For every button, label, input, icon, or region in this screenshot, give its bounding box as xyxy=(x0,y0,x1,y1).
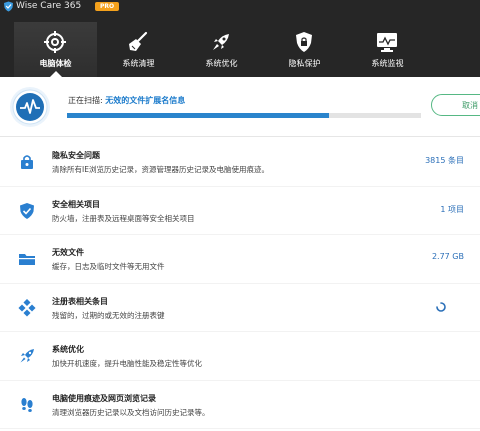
list-item-privacy[interactable]: 隐私安全问题 清除所有IE浏览历史记录，资源管理器历史记录及电脑使用痕迹。 38… xyxy=(0,138,480,187)
list-item-registry[interactable]: 注册表相关条目 残留的，过期的或无效的注册表键 xyxy=(0,284,480,332)
list-item-traces[interactable]: 电脑使用痕迹及网页浏览记录 清理浏览器历史记录以及文档访问历史记录等。 xyxy=(0,381,480,429)
nav-label: 系统优化 xyxy=(205,59,238,68)
title-bar: Wise Care 365 PRO xyxy=(0,0,480,14)
scan-status-panel: 正在扫描: 无效的文件扩展名信息 取消 xyxy=(0,77,480,137)
item-count[interactable]: 1 项目 xyxy=(440,204,464,215)
list-item-security[interactable]: 安全相关项目 防火墙，注册表及远程桌面等安全相关项目 1 项目 xyxy=(0,187,480,235)
nav-tab-monitor[interactable]: 系统监视 xyxy=(346,22,429,77)
loading-spinner-icon xyxy=(436,301,446,312)
item-title: 系统优化 xyxy=(52,345,84,354)
nav-label: 系统清理 xyxy=(122,59,155,68)
item-title: 隐私安全问题 xyxy=(52,151,100,160)
nav-label: 系统监视 xyxy=(371,59,404,68)
folder-icon xyxy=(19,254,35,265)
list-item-junk-files[interactable]: 无效文件 缓存，日志及临时文件等无用文件 2.77 GB xyxy=(0,235,480,284)
nav-tab-optimize[interactable]: 系统优化 xyxy=(180,22,263,77)
list-item-optimize[interactable]: 系统优化 加快开机速度，提升电脑性能及稳定性等优化 xyxy=(0,332,480,381)
item-description: 加快开机速度，提升电脑性能及稳定性等优化 xyxy=(52,359,202,368)
rocket-icon xyxy=(20,349,34,363)
broom-icon xyxy=(129,31,148,51)
scan-status-text: 正在扫描: 无效的文件扩展名信息 xyxy=(68,95,185,106)
shield-lock-icon xyxy=(296,32,312,52)
scan-progress-bar xyxy=(67,113,421,118)
scan-pulse-icon xyxy=(10,87,50,127)
item-description: 清理浏览器历史记录以及文档访问历史记录等。 xyxy=(52,407,210,417)
scan-prefix: 正在扫描: xyxy=(68,96,103,105)
app-title: Wise Care 365 xyxy=(16,1,82,11)
cancel-button[interactable]: 取消 xyxy=(431,94,480,116)
scan-current-item: 无效的文件扩展名信息 xyxy=(105,96,186,105)
monitor-icon xyxy=(377,33,397,52)
item-description: 残留的，过期的或无效的注册表键 xyxy=(52,310,165,320)
item-description: 缓存，日志及临时文件等无用文件 xyxy=(52,262,165,271)
nav-tab-checkup[interactable]: 电脑体检 xyxy=(14,22,97,77)
nav-label: 隐私保护 xyxy=(288,59,321,68)
nav-label: 电脑体检 xyxy=(39,59,72,68)
nav-tab-cleaner[interactable]: 系统清理 xyxy=(97,22,180,77)
main-nav: 电脑体检 系统清理 系统优化 隐私保护 系统监视 xyxy=(0,22,480,77)
rocket-icon xyxy=(213,34,229,50)
footprints-icon xyxy=(21,397,33,412)
item-title: 无效文件 xyxy=(52,248,84,257)
item-count[interactable]: 3815 条目 xyxy=(425,155,464,166)
item-description: 防火墙，注册表及远程桌面等安全相关项目 xyxy=(52,213,195,223)
scan-progress-fill xyxy=(67,113,329,118)
app-logo-icon xyxy=(4,1,13,12)
item-title: 注册表相关条目 xyxy=(52,296,108,306)
security-shield-icon xyxy=(20,202,34,219)
crosshair-icon xyxy=(44,31,66,53)
registry-cubes-icon xyxy=(18,298,36,317)
item-title: 安全相关项目 xyxy=(52,199,100,209)
item-description: 清除所有IE浏览历史记录，资源管理器历史记录及电脑使用痕迹。 xyxy=(52,165,269,174)
item-size[interactable]: 2.77 GB xyxy=(432,252,464,261)
privacy-lock-icon xyxy=(21,155,33,169)
nav-tab-privacy[interactable]: 隐私保护 xyxy=(263,22,346,77)
results-list: 隐私安全问题 清除所有IE浏览历史记录，资源管理器历史记录及电脑使用痕迹。 38… xyxy=(0,138,480,429)
pro-badge: PRO xyxy=(95,2,119,11)
item-title: 电脑使用痕迹及网页浏览记录 xyxy=(52,393,156,403)
top-bar: Wise Care 365 PRO 电脑体检 系统清理 系统优化 隐私保护 系统… xyxy=(0,0,480,77)
